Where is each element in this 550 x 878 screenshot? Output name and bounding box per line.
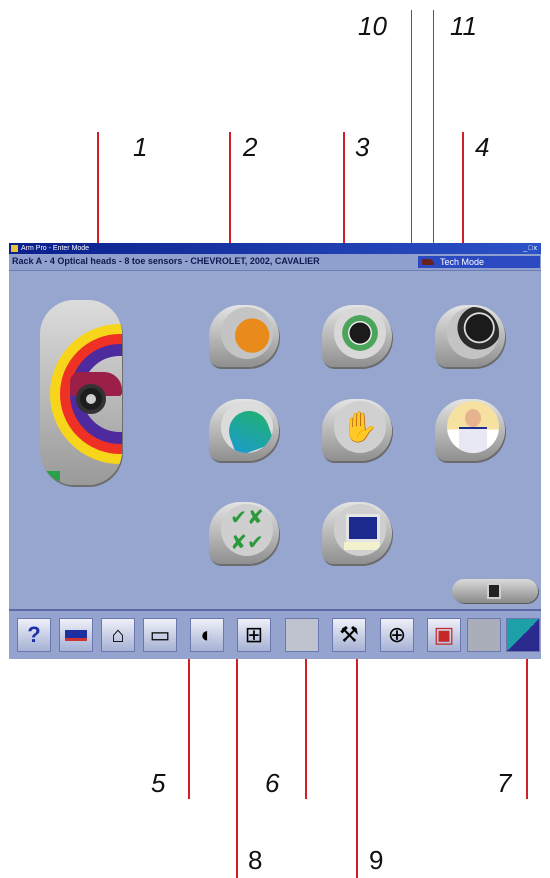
- person-icon: [447, 401, 499, 453]
- vehicle-alignment-button[interactable]: [40, 300, 122, 485]
- adjust-button[interactable]: ✋: [322, 395, 392, 461]
- home-icon[interactable]: ⌂: [101, 618, 135, 652]
- computer-button[interactable]: [322, 498, 392, 564]
- mode-indicator[interactable]: Tech Mode: [418, 256, 540, 268]
- operator-button[interactable]: [435, 395, 505, 461]
- check-glyph: ✔✘ ✘✔: [230, 507, 264, 554]
- checklist-button[interactable]: ✔✘ ✘✔: [209, 498, 279, 564]
- callout-1: 1: [133, 132, 148, 162]
- callout-11: 11: [450, 11, 477, 41]
- bottom-toolbar: ? ⌂ ▭ ◐ ⊞ ⚒ ⊕ ▣: [9, 609, 541, 659]
- rack-glyph: [65, 629, 87, 641]
- callout-8: 8: [248, 845, 263, 875]
- app-icon: [11, 245, 18, 252]
- car-icon: [422, 259, 434, 265]
- blank2-icon[interactable]: [467, 618, 501, 652]
- tire-icon: [334, 307, 386, 359]
- gauge-icon: [221, 401, 273, 453]
- exit-door-icon: [487, 583, 501, 599]
- car-icon: [221, 307, 273, 359]
- chart-icon[interactable]: [506, 618, 540, 652]
- hand-icon: ✋: [334, 401, 386, 453]
- callout-3: 3: [355, 132, 370, 162]
- window-controls[interactable]: _□x: [523, 245, 538, 252]
- checkmarks-icon: ✔✘ ✘✔: [221, 504, 273, 556]
- moon-icon[interactable]: ◐: [190, 618, 224, 652]
- green-corner: [40, 471, 60, 485]
- callout-5: 5: [151, 768, 166, 798]
- mode-label: Tech Mode: [440, 257, 485, 267]
- callout-line-10: [411, 10, 412, 262]
- callout-4: 4: [475, 132, 490, 162]
- callout-2: 2: [243, 132, 258, 162]
- wheel-icon: [76, 384, 106, 414]
- hand-glyph: ✋: [341, 410, 379, 444]
- vehicle-selection-button[interactable]: [209, 301, 279, 367]
- rack-info-text: Rack A - 4 Optical heads - 8 toe sensors…: [12, 256, 320, 266]
- wheel-icon: [447, 307, 499, 359]
- manufacturer-info-button[interactable]: [435, 301, 505, 367]
- callout-line-11: [433, 10, 434, 260]
- tools-icon[interactable]: ⚒: [332, 618, 366, 652]
- callout-9: 9: [369, 845, 384, 875]
- callout-6: 6: [265, 768, 280, 798]
- exit-button[interactable]: [452, 579, 538, 603]
- target-icon[interactable]: ⊕: [380, 618, 414, 652]
- window-title: Arm Pro - Enter Mode: [21, 245, 90, 252]
- printer-icon[interactable]: ▭: [143, 618, 177, 652]
- blank-icon[interactable]: [285, 618, 319, 652]
- battery-icon[interactable]: ▣: [427, 618, 461, 652]
- title-bar: Arm Pro - Enter Mode _□x: [9, 243, 541, 254]
- info-bar: Rack A - 4 Optical heads - 8 toe sensors…: [9, 254, 541, 271]
- help-icon[interactable]: ?: [17, 618, 51, 652]
- network-icon[interactable]: ⊞: [237, 618, 271, 652]
- callout-7: 7: [497, 768, 512, 798]
- monitor-icon: [334, 504, 386, 556]
- rack-icon[interactable]: [59, 618, 93, 652]
- app-window: Arm Pro - Enter Mode _□x Rack A - 4 Opti…: [9, 243, 541, 659]
- tire-button[interactable]: [322, 301, 392, 367]
- callout-10: 10: [358, 11, 387, 41]
- measure-button[interactable]: [209, 395, 279, 461]
